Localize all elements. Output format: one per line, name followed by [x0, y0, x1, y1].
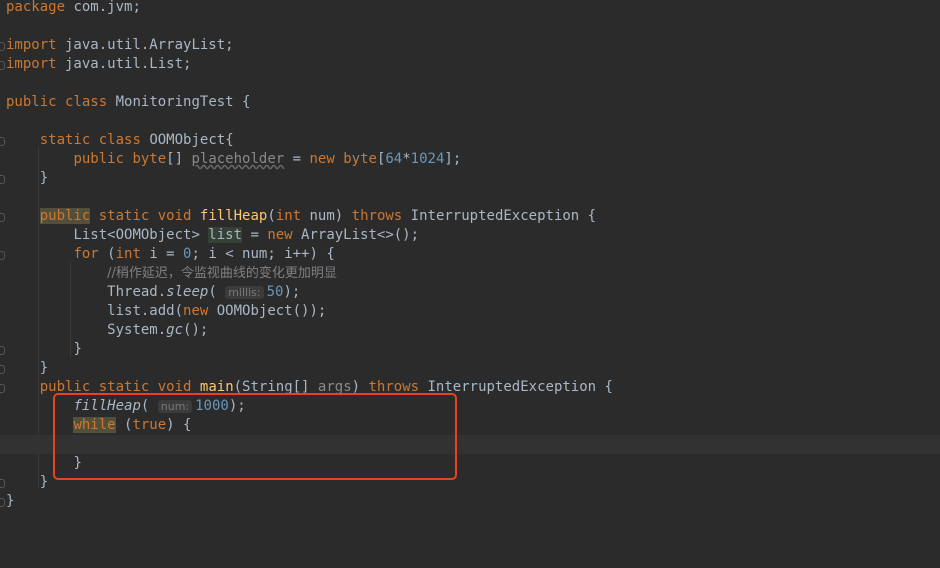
code-text: = [242, 227, 268, 243]
keyword: public [6, 94, 57, 110]
keyword: new [267, 227, 293, 243]
keyword: package [6, 0, 66, 15]
variable-name: list [208, 227, 243, 243]
keyword: public [73, 151, 125, 167]
fold-icon[interactable] [0, 251, 5, 260]
fold-icon[interactable] [0, 175, 5, 184]
keyword: import [6, 37, 57, 53]
code-text: } [73, 341, 82, 357]
code-text: OOMObject()); [208, 303, 327, 319]
annotation-highlight-box [53, 393, 457, 480]
code-line[interactable]: } [0, 340, 940, 359]
code-line[interactable]: public static void fillHeap(int num) thr… [0, 207, 940, 226]
keyword: for [73, 246, 99, 262]
fold-icon[interactable] [0, 213, 5, 222]
code-line[interactable]: import java.util.ArrayList; [0, 36, 940, 55]
code-text: List<OOMObject> [73, 227, 209, 243]
keyword: byte [343, 151, 377, 167]
fold-icon[interactable] [0, 479, 5, 488]
code-text: } [6, 493, 15, 509]
code-text: [] [166, 151, 184, 167]
fold-icon[interactable] [0, 346, 5, 355]
code-text: = [284, 151, 310, 167]
keyword: static [98, 208, 150, 224]
code-text: ArrayList<>(); [292, 227, 420, 243]
code-line[interactable]: //稍作延迟，令监视曲线的变化更加明显 [0, 264, 940, 283]
fold-icon[interactable] [0, 42, 5, 51]
code-editor[interactable]: package com.jvm; import java.util.ArrayL… [0, 0, 940, 519]
code-comment: //稍作延迟，令监视曲线的变化更加明显 [107, 266, 337, 281]
code-text: { [233, 94, 251, 110]
code-line[interactable]: Thread.sleep( millis: 50); [0, 283, 940, 302]
number-literal: 50 [266, 284, 284, 300]
fold-icon[interactable] [0, 61, 5, 70]
code-text: ( [208, 284, 217, 300]
variable-name: placeholder [191, 151, 285, 167]
code-text: num) [301, 208, 352, 224]
code-line[interactable]: for (int i = 0; i < num; i++) { [0, 245, 940, 264]
keyword: int [275, 208, 302, 224]
keyword: import [6, 56, 57, 72]
fold-icon[interactable] [0, 384, 5, 393]
keyword: new [183, 303, 209, 319]
number-literal: 64 [385, 151, 403, 167]
code-line[interactable]: static class OOMObject{ [0, 131, 940, 150]
code-text: { [225, 132, 234, 148]
code-text: } [39, 360, 49, 376]
code-text: } [39, 170, 49, 186]
keyword: int [115, 246, 141, 262]
code-line[interactable]: System.gc(); [0, 321, 940, 340]
keyword: class [98, 132, 141, 148]
code-text: * [402, 151, 411, 167]
class-name: OOMObject [149, 132, 226, 148]
parameter-hint: millis: [225, 286, 264, 299]
code-text: com.jvm; [65, 0, 141, 15]
code-text: java.util.ArrayList; [56, 37, 234, 53]
code-text: java.util.List; [56, 56, 192, 72]
class-name: Thread. [107, 284, 167, 300]
code-text: ; i < num; i++) { [191, 246, 335, 262]
fold-icon[interactable] [0, 498, 5, 507]
keyword: public [39, 208, 91, 224]
keyword: void [157, 208, 192, 224]
class-name: System. [107, 322, 167, 338]
method-name: gc [166, 322, 184, 338]
keyword: class [65, 94, 108, 110]
code-line[interactable]: public class MonitoringTest { [0, 93, 940, 112]
code-text: ( [98, 246, 116, 262]
code-line[interactable]: List<OOMObject> list = new ArrayList<>()… [0, 226, 940, 245]
code-line[interactable]: } [0, 359, 940, 378]
keyword: byte [132, 151, 167, 167]
fold-icon[interactable] [0, 137, 5, 146]
keyword: static [39, 132, 91, 148]
keyword: throws [351, 208, 403, 224]
code-line[interactable]: package com.jvm; [0, 0, 940, 17]
code-text: list.add( [107, 303, 184, 319]
code-line[interactable]: } [0, 492, 940, 511]
code-text: ]; [444, 151, 462, 167]
method-name: sleep [166, 284, 209, 300]
code-text: ( [267, 208, 276, 224]
keyword: new [309, 151, 335, 167]
code-text: (); [183, 322, 209, 338]
method-name: fillHeap [199, 208, 268, 224]
code-line[interactable]: public byte[] placeholder = new byte[64*… [0, 150, 940, 169]
code-line[interactable]: } [0, 169, 940, 188]
code-line[interactable]: import java.util.List; [0, 55, 940, 74]
code-text: } [39, 474, 49, 490]
code-text: ); [283, 284, 301, 300]
number-literal: 1024 [410, 151, 445, 167]
code-text: i = [140, 246, 184, 262]
fold-icon[interactable] [0, 365, 5, 374]
class-name: MonitoringTest [115, 94, 234, 110]
code-line[interactable]: list.add(new OOMObject()); [0, 302, 940, 321]
code-text: InterruptedException { [402, 208, 597, 224]
